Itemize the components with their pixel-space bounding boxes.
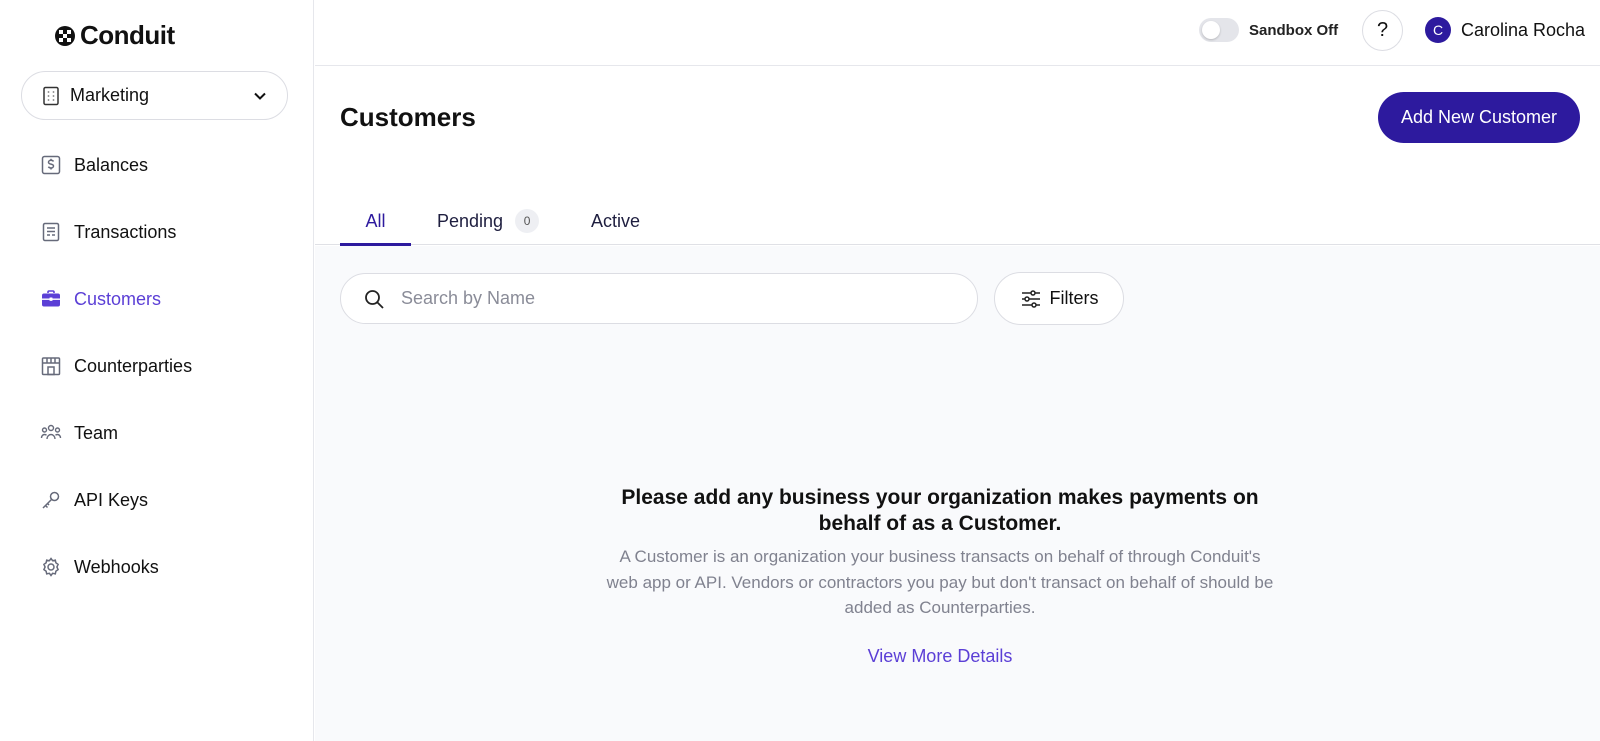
brand-name: Conduit (80, 20, 175, 50)
conduit-logo-icon (55, 25, 75, 46)
sidebar-item-balances[interactable]: Balances (40, 150, 148, 180)
sidebar-item-label: API Keys (74, 489, 149, 510)
sliders-icon (1021, 289, 1040, 308)
tab-label: Pending (437, 210, 504, 231)
brand-logo[interactable]: Conduit (54, 20, 175, 51)
sidebar-item-label: Customers (74, 288, 162, 309)
workspace-label: Marketing (70, 85, 150, 105)
tab-label: All (365, 210, 386, 231)
storefront-icon (40, 355, 62, 377)
filters-label: Filters (1049, 288, 1099, 308)
sidebar-item-label: Counterparties (74, 355, 193, 376)
chevron-down-icon (254, 92, 266, 100)
sandbox-toggle[interactable]: Sandbox Off (1199, 18, 1338, 42)
avatar: C (1425, 17, 1451, 43)
dollar-icon (40, 154, 62, 176)
content-area: Filters Please add any business your org… (315, 246, 1600, 741)
sidebar: Conduit Marketing Balances Transactions … (0, 0, 314, 741)
page-title: Customers (340, 102, 476, 132)
empty-state-description: A Customer is an organization your busin… (606, 547, 1274, 617)
filters-button[interactable]: Filters (994, 272, 1124, 325)
sidebar-item-team[interactable]: Team (40, 418, 118, 448)
gear-icon (40, 556, 62, 578)
sidebar-item-label: Webhooks (74, 556, 159, 577)
tab-bar: All Pending 0 Active (315, 197, 1600, 246)
sidebar-item-label: Balances (74, 154, 149, 175)
main-content: Customers Add New Customer All Pending 0… (315, 67, 1600, 741)
key-icon (40, 489, 62, 511)
view-more-details-link[interactable]: View More Details (868, 646, 1013, 667)
toggle-knob (1202, 21, 1220, 39)
building-icon (43, 86, 59, 105)
users-icon (40, 422, 62, 444)
sandbox-label: Sandbox Off (1249, 21, 1339, 39)
search-icon (365, 289, 384, 309)
pending-count-badge: 0 (515, 209, 540, 233)
tab-label: Active (591, 210, 641, 231)
sidebar-item-transactions[interactable]: Transactions (40, 217, 176, 247)
search-input[interactable] (401, 288, 955, 309)
top-bar: Sandbox Off ? C Carolina Rocha (315, 0, 1600, 66)
briefcase-icon (40, 288, 62, 310)
user-menu[interactable]: C Carolina Rocha (1425, 17, 1585, 43)
tab-pending[interactable]: Pending 0 (437, 197, 540, 245)
toggle-switch[interactable] (1199, 18, 1239, 42)
sidebar-item-label: Transactions (74, 221, 177, 242)
empty-state-title: Please add any business your organizatio… (621, 486, 1259, 535)
sidebar-item-customers[interactable]: Customers (40, 284, 161, 314)
tab-active[interactable]: Active (591, 197, 640, 245)
tab-all[interactable]: All (340, 197, 411, 246)
receipt-icon (40, 221, 62, 243)
empty-state: Please add any business your organizatio… (605, 485, 1275, 667)
sidebar-item-label: Team (74, 422, 119, 443)
search-box[interactable] (340, 273, 978, 324)
help-button[interactable]: ? (1362, 10, 1403, 51)
add-new-customer-button[interactable]: Add New Customer (1378, 92, 1580, 143)
sidebar-item-counterparties[interactable]: Counterparties (40, 351, 192, 381)
user-name: Carolina Rocha (1461, 19, 1586, 40)
sidebar-item-webhooks[interactable]: Webhooks (40, 552, 159, 582)
sidebar-item-api-keys[interactable]: API Keys (40, 485, 148, 515)
workspace-selector[interactable]: Marketing (21, 71, 288, 120)
